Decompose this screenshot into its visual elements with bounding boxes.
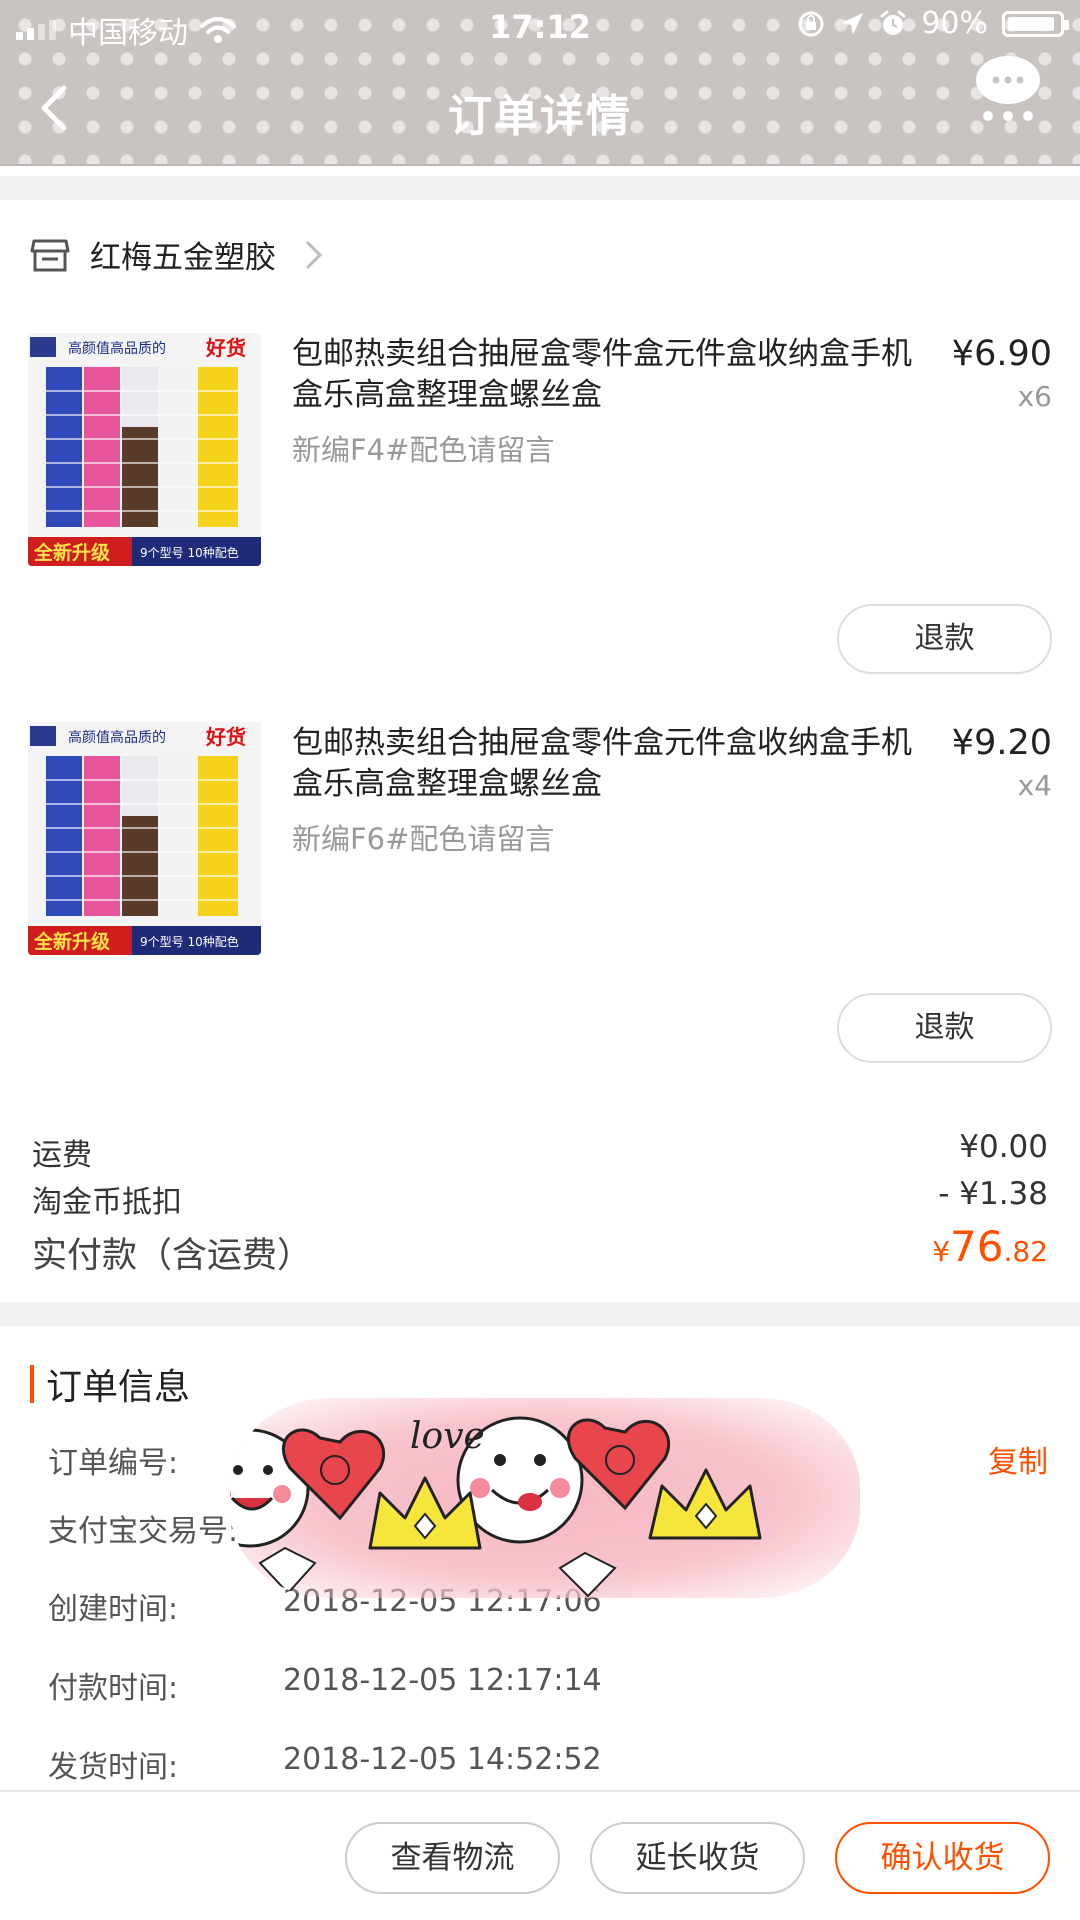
page-title: 订单详情 xyxy=(448,91,632,142)
shipping-label: 运费 xyxy=(32,1138,92,1173)
shipping-value: ¥0.00 xyxy=(959,1129,1048,1165)
status-bar: 中国移动 17:12 90% xyxy=(0,0,1080,52)
coin-deduction-label: 淘金币抵扣 xyxy=(32,1185,182,1220)
section-divider xyxy=(0,1302,1080,1326)
header-bar: 中国移动 17:12 90% 订单详情 xyxy=(0,0,1080,166)
coin-deduction-value: - ¥1.38 xyxy=(938,1176,1048,1212)
image-banner: 高颜值高品质的 xyxy=(68,729,166,746)
nav-bar: 订单详情 xyxy=(0,52,1080,166)
total-paid-label: 实付款（含运费） xyxy=(32,1236,313,1276)
product-title[interactable]: 包邮热卖组合抽屉盒零件盒元件盒收纳盒手机盒乐高盒整理盒螺丝盒 xyxy=(292,334,932,416)
image-bottom-right-text: 9个型号 10种配色 xyxy=(140,935,239,949)
location-icon xyxy=(841,12,864,35)
product-quantity: x6 xyxy=(1017,380,1052,413)
battery-percent: 90% xyxy=(921,6,988,41)
extend-receipt-button[interactable]: 延长收货 xyxy=(590,1822,805,1894)
view-logistics-button[interactable]: 查看物流 xyxy=(345,1822,560,1894)
refund-button[interactable]: 退款 xyxy=(837,993,1052,1063)
product-spec: 新编F6#配色请留言 xyxy=(292,822,555,856)
total-decimal: .82 xyxy=(1003,1235,1048,1268)
created-time-label: 创建时间: xyxy=(48,1592,179,1627)
chevron-right-icon xyxy=(306,241,323,268)
confirm-receipt-button[interactable]: 确认收货 xyxy=(835,1822,1050,1894)
product-spec: 新编F4#配色请留言 xyxy=(292,433,555,467)
paid-time-value: 2018-12-05 12:17:14 xyxy=(283,1663,602,1698)
product-image[interactable]: 高颜值高品质的 好货 全新升级 9个型号 10种配色 xyxy=(28,722,261,955)
order-info-heading: 订单信息 xyxy=(30,1358,190,1410)
alipay-number-label: 支付宝交易号: xyxy=(48,1514,239,1549)
shipped-time-label: 发货时间: xyxy=(48,1750,179,1785)
shop-header[interactable]: 红梅五金塑胶 xyxy=(30,232,324,277)
image-bottom-left-text: 全新升级 xyxy=(33,930,110,953)
crown-icon xyxy=(648,1468,762,1540)
image-badge: 好货 xyxy=(205,725,246,749)
shipped-time-value: 2018-12-05 14:52:52 xyxy=(283,1742,602,1777)
image-bottom-right-text: 9个型号 10种配色 xyxy=(140,546,239,560)
shop-icon xyxy=(30,239,70,271)
image-badge: 好货 xyxy=(205,336,246,360)
rotation-lock-icon xyxy=(798,11,824,36)
product-thumbnail-graphic: 高颜值高品质的 好货 全新升级 9个型号 10种配色 xyxy=(28,722,261,955)
product-quantity: x4 xyxy=(1017,769,1052,802)
product-title[interactable]: 包邮热卖组合抽屉盒零件盒元件盒收纳盒手机盒乐高盒整理盒螺丝盒 xyxy=(292,723,932,805)
product-thumbnail-graphic: 高颜值高品质的 好货 全新升级 9个型号 10种配色 xyxy=(28,333,261,566)
privacy-sticker: love xyxy=(230,1398,860,1598)
heading-accent-bar xyxy=(30,1365,34,1403)
sticker-love-text: love xyxy=(410,1416,485,1457)
heart-icon xyxy=(567,1418,671,1511)
product-image[interactable]: 高颜值高品质的 好货 全新升级 9个型号 10种配色 xyxy=(28,333,261,566)
order-number-label: 订单编号: xyxy=(48,1446,179,1481)
shop-name: 红梅五金塑胶 xyxy=(90,240,276,276)
section-divider xyxy=(0,176,1080,200)
status-right: 90% xyxy=(797,6,1069,41)
refund-button[interactable]: 退款 xyxy=(837,604,1052,674)
copy-button[interactable]: 复制 xyxy=(988,1437,1048,1481)
product-price: ¥6.90 xyxy=(951,334,1052,374)
order-info-title: 订单信息 xyxy=(46,1367,191,1408)
image-bottom-left-text: 全新升级 xyxy=(33,541,110,564)
product-price: ¥9.20 xyxy=(951,723,1052,763)
sticker-graphic: love xyxy=(230,1416,762,1598)
image-banner: 高颜值高品质的 xyxy=(68,340,166,357)
battery-icon xyxy=(1002,10,1069,37)
alarm-icon xyxy=(880,10,906,35)
more-menu-icon[interactable] xyxy=(958,54,1058,154)
total-integer: 76 xyxy=(950,1222,1004,1271)
paid-time-label: 付款时间: xyxy=(48,1671,179,1706)
total-paid-value: ¥76.82 xyxy=(932,1222,1048,1271)
total-currency: ¥ xyxy=(932,1235,951,1268)
bottom-action-bar: 查看物流 延长收货 确认收货 xyxy=(0,1790,1080,1920)
